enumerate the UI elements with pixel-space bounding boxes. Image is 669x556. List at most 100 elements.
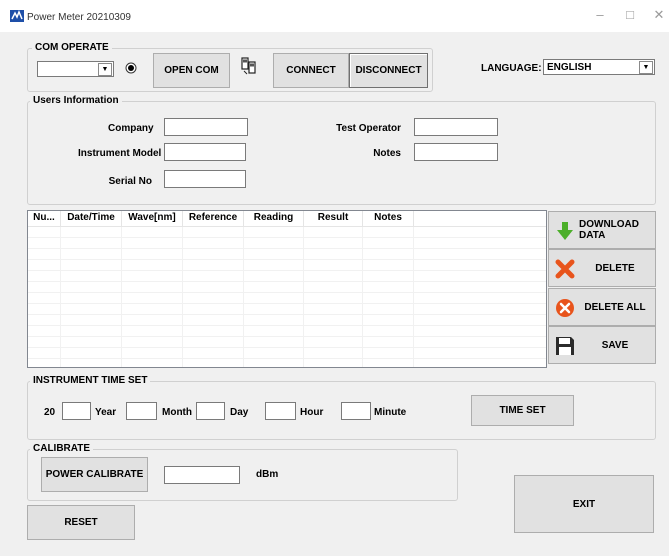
table-cell: [183, 315, 244, 326]
close-icon[interactable]: ✕: [652, 8, 666, 22]
table-cell: [304, 359, 363, 367]
column-header[interactable]: Result: [304, 211, 363, 226]
power-calibrate-button[interactable]: POWER CALIBRATE: [41, 457, 148, 492]
table-row[interactable]: [28, 304, 546, 315]
table-cell: [304, 271, 363, 282]
calibrate-value-field[interactable]: [164, 466, 240, 484]
notes-field[interactable]: [414, 143, 498, 161]
maximize-icon[interactable]: □: [623, 8, 637, 22]
column-header[interactable]: Notes: [363, 211, 414, 226]
table-cell: [244, 238, 304, 249]
save-disk-icon: [556, 337, 574, 355]
table-cell: [183, 271, 244, 282]
reset-button[interactable]: RESET: [27, 505, 135, 540]
column-header[interactable]: Wave[nm]: [122, 211, 183, 226]
table-cell: [183, 348, 244, 359]
chevron-down-icon: ▼: [98, 63, 112, 76]
table-row[interactable]: [28, 271, 546, 282]
table-cell: [122, 282, 183, 293]
table-cell: [28, 359, 61, 367]
table-cell: [363, 315, 414, 326]
window-title: Power Meter 20210309: [27, 12, 131, 23]
table-cell: [244, 304, 304, 315]
hour-field[interactable]: [265, 402, 296, 420]
serial-no-field[interactable]: [164, 170, 246, 188]
table-cell: [363, 260, 414, 271]
table-row[interactable]: [28, 238, 546, 249]
instrument-model-field[interactable]: [164, 143, 246, 161]
column-header[interactable]: Reference: [183, 211, 244, 226]
download-data-button[interactable]: DOWNLOAD DATA: [548, 211, 656, 249]
table-row[interactable]: [28, 282, 546, 293]
table-cell: [363, 271, 414, 282]
table-cell: [183, 304, 244, 315]
table-cell: [304, 326, 363, 337]
table-cell: [304, 293, 363, 304]
table-cell: [363, 249, 414, 260]
delete-button[interactable]: DELETE: [548, 249, 656, 287]
table-cell: [363, 227, 414, 238]
language-select[interactable]: ENGLISH ▼: [543, 59, 655, 75]
table-cell: [122, 326, 183, 337]
hour-label: Hour: [300, 407, 324, 418]
download-arrow-icon: [557, 222, 573, 240]
table-cell: [244, 271, 304, 282]
time-set-button[interactable]: TIME SET: [471, 395, 574, 426]
users-information-label: Users Information: [30, 95, 122, 106]
delete-all-label: DELETE ALL: [584, 301, 646, 313]
com-port-select[interactable]: ▼: [37, 61, 114, 77]
table-cell: [183, 359, 244, 367]
delete-label: DELETE: [595, 262, 635, 274]
month-label: Month: [162, 407, 192, 418]
column-header[interactable]: Nu...: [28, 211, 61, 226]
table-row[interactable]: [28, 337, 546, 348]
measurement-table[interactable]: Nu... Date/Time Wave[nm] Reference Readi…: [27, 210, 547, 368]
table-row[interactable]: [28, 348, 546, 359]
table-row[interactable]: [28, 249, 546, 260]
save-button[interactable]: SAVE: [548, 326, 656, 364]
month-field[interactable]: [126, 402, 157, 420]
app-icon: [10, 10, 24, 22]
table-cell: [61, 315, 122, 326]
connect-button[interactable]: CONNECT: [273, 53, 349, 88]
disconnect-button[interactable]: DISCONNECT: [349, 53, 428, 88]
table-cell: [363, 348, 414, 359]
table-row[interactable]: [28, 326, 546, 337]
table-cell: [28, 293, 61, 304]
company-field[interactable]: [164, 118, 248, 136]
column-header[interactable]: Reading: [244, 211, 304, 226]
minute-field[interactable]: [341, 402, 371, 420]
table-cell: [183, 326, 244, 337]
year-field[interactable]: [62, 402, 91, 420]
table-row[interactable]: [28, 359, 546, 367]
table-cell: [363, 326, 414, 337]
exit-button[interactable]: EXIT: [514, 475, 654, 533]
table-cell: [244, 227, 304, 238]
table-cell: [61, 293, 122, 304]
day-field[interactable]: [196, 402, 225, 420]
table-row[interactable]: [28, 260, 546, 271]
radio-indicator[interactable]: [125, 62, 137, 74]
table-cell: [183, 260, 244, 271]
open-com-button[interactable]: OPEN COM: [153, 53, 230, 88]
table-row[interactable]: [28, 315, 546, 326]
table-cell: [122, 249, 183, 260]
delete-all-button[interactable]: DELETE ALL: [548, 288, 656, 326]
table-cell: [304, 238, 363, 249]
table-row[interactable]: [28, 227, 546, 238]
table-cell: [61, 304, 122, 315]
table-cell: [304, 282, 363, 293]
table-row[interactable]: [28, 293, 546, 304]
table-cell: [61, 348, 122, 359]
column-header[interactable]: Date/Time: [61, 211, 122, 226]
table-cell: [304, 260, 363, 271]
test-operator-label: Test Operator: [336, 123, 401, 134]
table-cell: [122, 238, 183, 249]
table-cell: [363, 293, 414, 304]
calibrate-label: CALIBRATE: [30, 443, 94, 454]
minimize-icon[interactable]: –: [593, 8, 607, 22]
table-cell: [363, 238, 414, 249]
calibrate-unit: dBm: [256, 469, 279, 480]
instrument-time-set-label: INSTRUMENT TIME SET: [30, 375, 151, 386]
test-operator-field[interactable]: [414, 118, 498, 136]
